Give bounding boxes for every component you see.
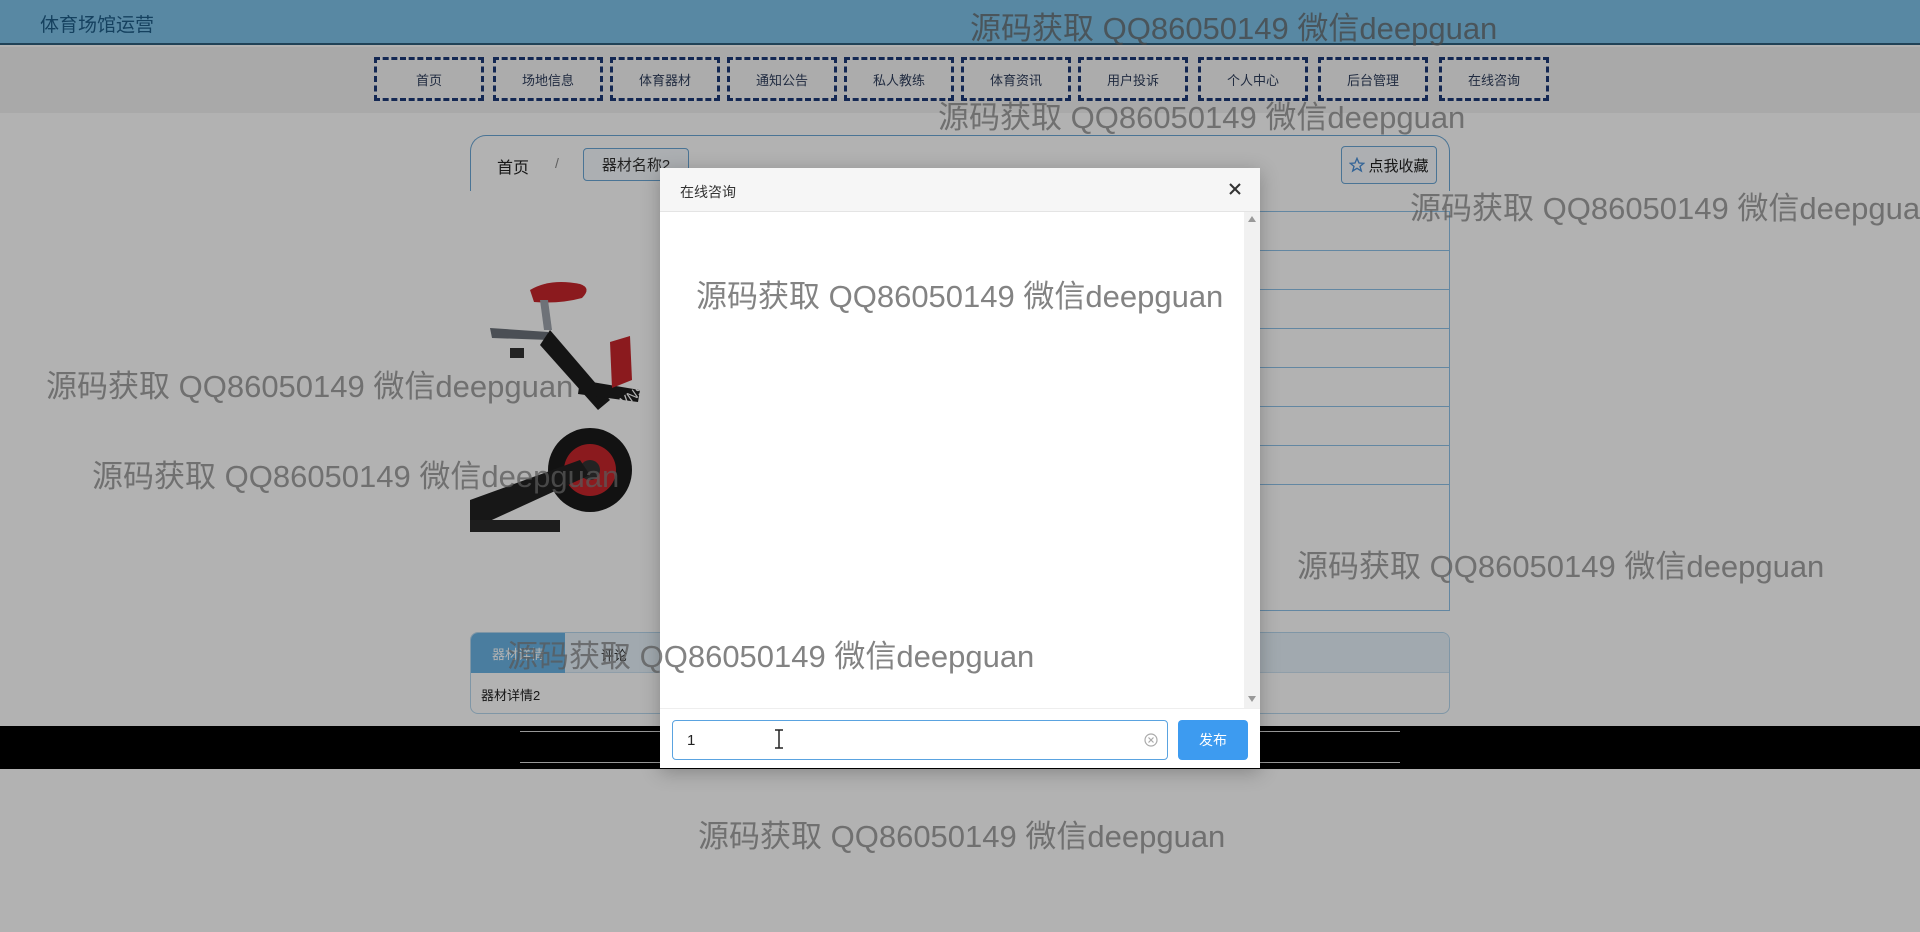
- dialog-header: 在线咨询: [660, 168, 1260, 212]
- send-button[interactable]: 发布: [1178, 720, 1248, 760]
- dialog-title: 在线咨询: [680, 184, 736, 200]
- close-icon[interactable]: [1224, 178, 1246, 200]
- online-consult-dialog: 在线咨询 发布: [660, 168, 1260, 768]
- scroll-up-arrow-icon[interactable]: [1248, 216, 1256, 222]
- text-cursor-icon: [775, 729, 783, 749]
- message-input[interactable]: [672, 720, 1168, 760]
- scroll-down-arrow-icon[interactable]: [1248, 696, 1256, 702]
- page: 体育场馆运营 首页 场地信息 体育器材 通知公告 私人教练 体育资讯 用户投诉 …: [0, 0, 1920, 932]
- chat-messages-area: [660, 212, 1244, 708]
- chat-input-row: 发布: [660, 708, 1260, 768]
- chat-scrollbar[interactable]: [1244, 212, 1260, 708]
- clear-icon[interactable]: [1144, 733, 1158, 747]
